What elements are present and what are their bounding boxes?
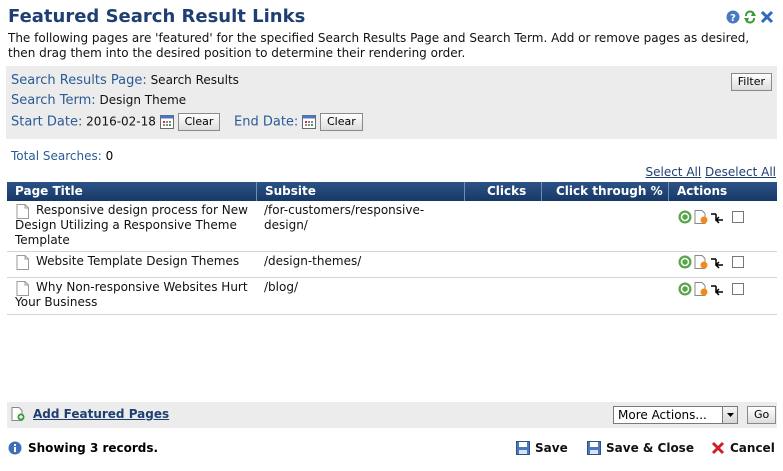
cancel-icon: [711, 441, 725, 455]
refresh-icon[interactable]: [743, 10, 757, 24]
go-button[interactable]: Go: [747, 406, 777, 424]
link-icon[interactable]: [710, 255, 724, 269]
info-icon: [8, 441, 22, 455]
save-icon: [516, 441, 530, 455]
save-icon: [587, 441, 601, 455]
row-checkbox[interactable]: [732, 256, 744, 268]
view-icon[interactable]: [678, 282, 692, 296]
row-checkbox[interactable]: [732, 283, 744, 295]
status-text: Showing 3 records.: [28, 441, 159, 455]
page-title: Featured Search Result Links: [8, 6, 306, 27]
filter-button[interactable]: Filter: [730, 73, 772, 91]
results-page-row: Search Results Page: Search Results: [11, 73, 239, 88]
save-close-label: Save & Close: [606, 441, 694, 455]
page-description: The following pages are 'featured' for t…: [8, 31, 750, 60]
header: Featured Search Result Links ?: [8, 6, 778, 32]
add-page-icon[interactable]: [11, 407, 25, 421]
filter-panel: Search Results Page: Search Results Sear…: [6, 66, 777, 139]
header-icons: ?: [726, 10, 774, 24]
table-header: Page Title Subsite Clicks Click through …: [7, 182, 777, 201]
clear-start-date-button[interactable]: Clear: [177, 113, 221, 131]
add-featured-pages-link[interactable]: Add Featured Pages: [33, 407, 169, 421]
column-actions: Actions: [677, 184, 728, 198]
row-subsite: /blog/: [264, 280, 298, 294]
row-actions: [678, 210, 744, 224]
row-subsite: /for-customers/responsive-design/: [264, 203, 425, 232]
row-actions: [678, 255, 744, 269]
save-close-button[interactable]: Save & Close: [587, 441, 694, 455]
save-button[interactable]: Save: [516, 441, 568, 455]
page-settings-icon[interactable]: [694, 210, 708, 224]
end-calendar-icon[interactable]: [302, 115, 317, 129]
start-date-label: Start Date:: [11, 114, 83, 130]
view-icon[interactable]: [678, 210, 692, 224]
cancel-label: Cancel: [730, 441, 775, 455]
select-all-link[interactable]: Select All: [645, 165, 701, 179]
row-page-title: Why Non-responsive Websites Hurt Your Bu…: [15, 280, 248, 309]
row-actions: [678, 282, 744, 296]
more-actions-select[interactable]: More Actions...: [613, 406, 738, 424]
results-page-value: Search Results: [150, 73, 239, 87]
column-click-through[interactable]: Click through %: [542, 182, 669, 201]
total-searches: Total Searches: 0: [11, 149, 113, 163]
clear-end-date-button[interactable]: Clear: [319, 113, 363, 131]
row-page-title: Website Template Design Themes: [36, 254, 240, 268]
page-settings-icon[interactable]: [694, 255, 708, 269]
row-page-title: Responsive design process for New Design…: [15, 203, 248, 247]
row-subsite: /design-themes/: [264, 254, 362, 268]
deselect-all-link[interactable]: Deselect All: [705, 165, 776, 179]
help-icon[interactable]: ?: [726, 10, 740, 24]
table-row[interactable]: Responsive design process for New Design…: [7, 201, 777, 252]
selection-links: Select All Deselect All: [645, 165, 776, 179]
more-actions-value: More Actions...: [618, 408, 707, 422]
page-settings-icon[interactable]: [694, 282, 708, 296]
total-searches-label: Total Searches:: [11, 149, 102, 163]
start-calendar-icon[interactable]: [159, 115, 174, 129]
search-term-label: Search Term:: [11, 93, 96, 108]
link-icon[interactable]: [710, 210, 724, 224]
total-searches-value: 0: [105, 149, 114, 163]
save-label: Save: [535, 441, 568, 455]
svg-text:?: ?: [730, 13, 736, 24]
start-date-value: 2016-02-18: [86, 114, 156, 129]
search-term-value: Design Theme: [99, 93, 187, 107]
cancel-button[interactable]: Cancel: [711, 441, 775, 455]
table-row[interactable]: Website Template Design Themes /design-t…: [7, 252, 777, 278]
end-date-label: End Date:: [234, 114, 299, 130]
table-row[interactable]: Why Non-responsive Websites Hurt Your Bu…: [7, 278, 777, 315]
footer-toolbar: Add Featured Pages More Actions... Go: [7, 402, 777, 428]
column-subsite[interactable]: Subsite: [257, 182, 465, 201]
status-bar: Showing 3 records.: [8, 441, 158, 455]
column-page-title[interactable]: Page Title: [7, 182, 257, 201]
dropdown-arrow-icon[interactable]: [722, 407, 737, 423]
close-icon[interactable]: [760, 10, 774, 24]
add-featured-pages[interactable]: Add Featured Pages: [11, 407, 169, 421]
link-icon[interactable]: [710, 282, 724, 296]
row-checkbox[interactable]: [732, 211, 744, 223]
date-row: Start Date: 2016-02-18 Clear End Date: C…: [11, 113, 363, 131]
search-term-row: Search Term: Design Theme: [11, 93, 186, 108]
results-page-label: Search Results Page:: [11, 73, 147, 88]
column-clicks[interactable]: Clicks: [465, 182, 542, 201]
view-icon[interactable]: [678, 255, 692, 269]
